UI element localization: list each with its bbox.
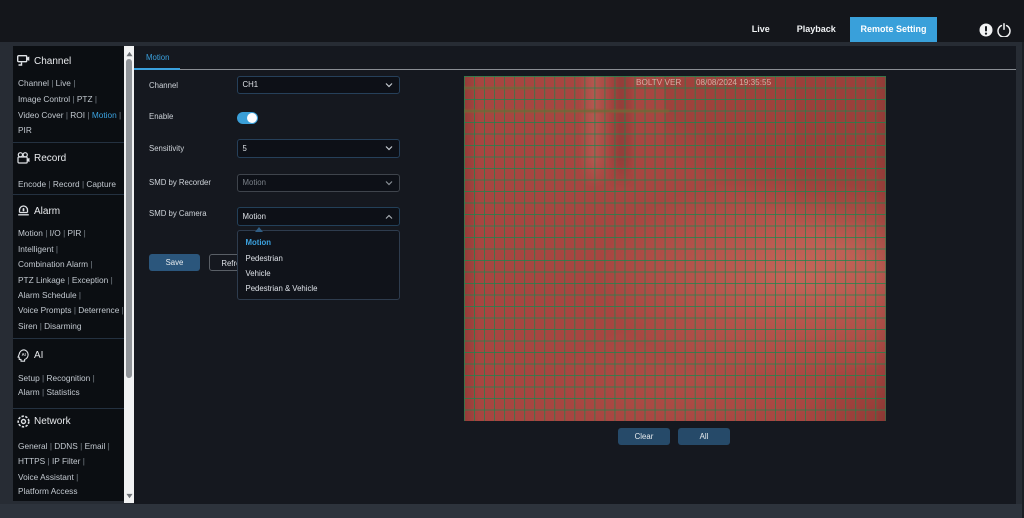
- svg-text:AI: AI: [22, 352, 26, 357]
